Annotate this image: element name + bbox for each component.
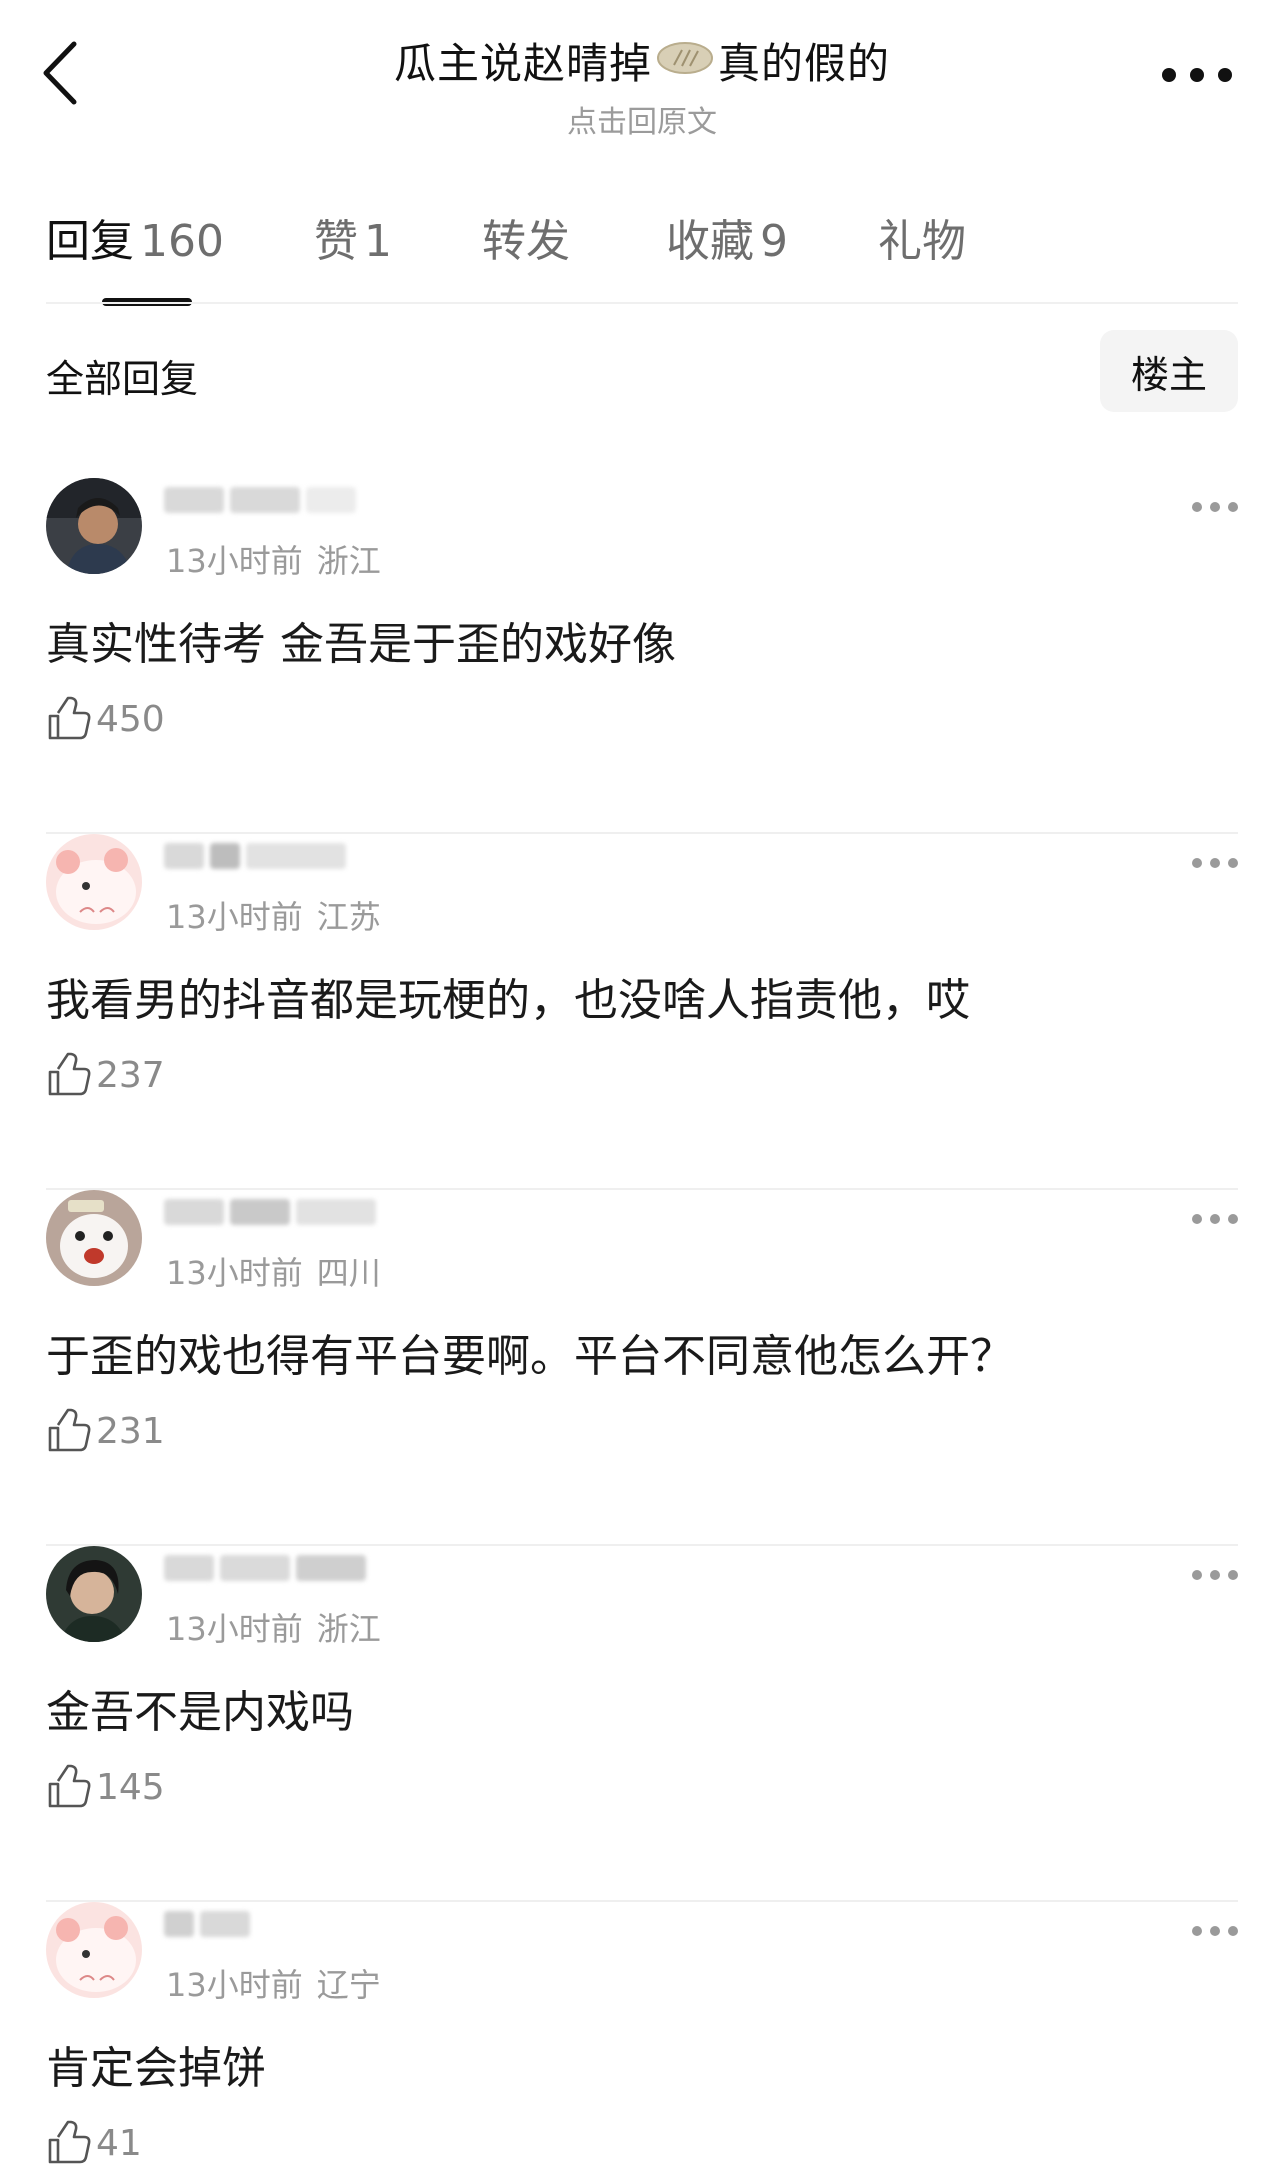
comment-location: 浙江 xyxy=(316,1610,381,1648)
reply-filter-row: 全部回复 楼主 xyxy=(46,330,1238,412)
tab-likes[interactable]: 赞1 xyxy=(314,205,392,305)
more-dot-icon xyxy=(1228,858,1238,868)
more-dot-icon xyxy=(1210,858,1220,868)
thumbs-up-icon xyxy=(48,1764,91,1808)
like-button[interactable]: 145 xyxy=(46,1764,165,1810)
more-dot-icon xyxy=(1192,1214,1202,1224)
comment-item: 13小时前 江苏 我看男的抖音都是玩梗的，也没啥人指责他，哎 237 xyxy=(46,834,1238,1190)
like-count: 41 xyxy=(96,2122,142,2164)
person-photo-avatar[interactable] xyxy=(46,478,142,574)
person-photo-avatar[interactable] xyxy=(46,1546,142,1642)
tab-count: 9 xyxy=(759,216,788,267)
tab-reposts[interactable]: 转发 xyxy=(482,205,576,305)
more-dot-icon xyxy=(1228,1214,1238,1224)
comment-item: 13小时前 四川 于歪的戏也得有平台要啊。平台不同意他怎么开？ 231 xyxy=(46,1190,1238,1546)
more-dot-icon xyxy=(1210,1926,1220,1936)
thumbs-up-icon xyxy=(48,1052,91,1096)
username-redacted[interactable] xyxy=(164,1904,254,1944)
comment-meta: 13小时前 浙江 xyxy=(166,536,381,582)
more-dot-icon xyxy=(1192,858,1202,868)
cartoon-bear-avatar[interactable] xyxy=(46,1902,142,1998)
comment-location: 江苏 xyxy=(316,898,381,936)
tab-label: 赞 xyxy=(313,216,358,267)
comment-text: 真实性待考 金吾是于歪的戏好像 xyxy=(46,619,676,670)
comment-more-button[interactable] xyxy=(1192,1570,1238,1584)
like-button[interactable]: 450 xyxy=(46,696,165,742)
comment-more-button[interactable] xyxy=(1192,1926,1238,1940)
title-text-1: 瓜主说赵晴掉 xyxy=(393,39,652,88)
thumbs-up-icon xyxy=(48,1408,91,1452)
more-dot-icon xyxy=(1210,502,1220,512)
comment-time: 13小时前 xyxy=(166,542,303,580)
comment-item: 13小时前 辽宁 肯定会掉饼 41 xyxy=(46,1902,1238,2180)
comment-more-button[interactable] xyxy=(1192,502,1238,516)
comment-meta: 13小时前 江苏 xyxy=(166,892,381,938)
comment-meta: 13小时前 辽宁 xyxy=(166,1960,381,2006)
op-only-button[interactable]: 楼主 xyxy=(1100,330,1238,412)
more-dot-icon xyxy=(1210,1570,1220,1580)
bread-icon xyxy=(656,36,714,85)
comment-location: 浙江 xyxy=(316,542,381,580)
back-to-original-link[interactable]: 点击回原文 xyxy=(0,97,1284,141)
comment-text: 我看男的抖音都是玩梗的，也没啥人指责他，哎 xyxy=(46,975,970,1026)
top-bar: 瓜主说赵晴掉 真的假的 点击回原文 xyxy=(0,0,1284,150)
like-count: 231 xyxy=(96,1410,165,1452)
comment-item: 13小时前 浙江 真实性待考 金吾是于歪的戏好像 450 xyxy=(46,478,1238,834)
username-redacted[interactable] xyxy=(164,1192,394,1232)
more-dot-icon xyxy=(1228,502,1238,512)
comment-time: 13小时前 xyxy=(166,898,303,936)
comment-time: 13小时前 xyxy=(166,1610,303,1648)
comment-text: 肯定会掉饼 xyxy=(46,2043,266,2094)
tab-count: 160 xyxy=(140,216,224,267)
tab-label: 收藏 xyxy=(665,216,754,267)
more-dot-icon xyxy=(1218,68,1232,82)
comment-item: 13小时前 浙江 金吾不是内戏吗 145 xyxy=(46,1546,1238,1902)
more-dot-icon xyxy=(1192,502,1202,512)
tabs-divider xyxy=(46,302,1238,304)
comment-time: 13小时前 xyxy=(166,1254,303,1292)
comment-text: 金吾不是内戏吗 xyxy=(46,1687,354,1738)
more-dot-icon xyxy=(1210,1214,1220,1224)
comment-meta: 13小时前 浙江 xyxy=(166,1604,381,1650)
title-block: 瓜主说赵晴掉 真的假的 点击回原文 xyxy=(0,30,1284,141)
cartoon-bear-avatar[interactable] xyxy=(46,834,142,930)
comment-more-button[interactable] xyxy=(1192,858,1238,872)
like-button[interactable]: 41 xyxy=(46,2120,142,2166)
more-options-button[interactable] xyxy=(1162,60,1232,90)
white-dog-avatar[interactable] xyxy=(46,1190,142,1286)
thumbs-up-icon xyxy=(48,2120,91,2164)
comment-text: 于歪的戏也得有平台要啊。平台不同意他怎么开？ xyxy=(46,1331,1014,1382)
tab-favorites[interactable]: 收藏 9 xyxy=(666,205,788,305)
thumbs-up-icon xyxy=(48,696,91,740)
tab-count: 1 xyxy=(363,216,392,267)
more-dot-icon xyxy=(1192,1570,1202,1580)
post-title[interactable]: 瓜主说赵晴掉 真的假的 xyxy=(0,30,1284,91)
comment-more-button[interactable] xyxy=(1192,1214,1238,1228)
more-dot-icon xyxy=(1228,1926,1238,1936)
more-dot-icon xyxy=(1192,1926,1202,1936)
tab-replies[interactable]: 回复 160 xyxy=(46,205,224,305)
like-button[interactable]: 237 xyxy=(46,1052,165,1098)
title-text-2: 真的假的 xyxy=(718,39,891,88)
comment-time: 13小时前 xyxy=(166,1966,303,2004)
like-count: 145 xyxy=(96,1766,165,1808)
like-button[interactable]: 231 xyxy=(46,1408,165,1454)
all-replies-title: 全部回复 xyxy=(46,357,199,401)
comment-location: 四川 xyxy=(316,1254,381,1292)
more-dot-icon xyxy=(1228,1570,1238,1580)
more-dot-icon xyxy=(1190,68,1204,82)
comment-location: 辽宁 xyxy=(316,1966,381,2004)
comment-meta: 13小时前 四川 xyxy=(166,1248,381,1294)
like-count: 450 xyxy=(96,698,165,740)
tab-gifts[interactable]: 礼物 xyxy=(878,205,972,305)
username-redacted[interactable] xyxy=(164,1548,394,1588)
tab-label: 回复 xyxy=(46,216,134,267)
tab-label: 转发 xyxy=(481,216,570,267)
like-count: 237 xyxy=(96,1054,165,1096)
username-redacted[interactable] xyxy=(164,480,394,520)
tab-label: 礼物 xyxy=(877,216,966,267)
username-redacted[interactable] xyxy=(164,836,394,876)
more-dot-icon xyxy=(1162,68,1176,82)
tab-bar: 回复 160 赞1 转发 收藏 9 礼物 xyxy=(46,205,1238,306)
